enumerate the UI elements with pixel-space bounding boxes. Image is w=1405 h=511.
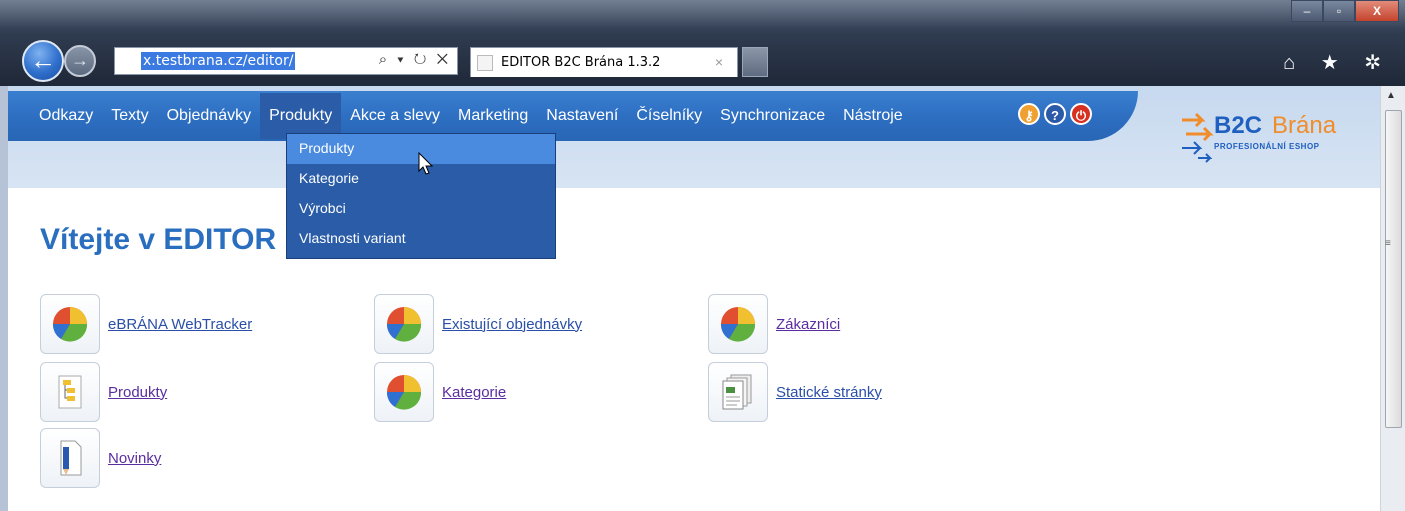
link-produkty[interactable]: Produkty (108, 384, 167, 401)
chrome-glass (0, 0, 1405, 28)
help-icon[interactable]: ? (1044, 103, 1066, 125)
shortcut-zakaznici: Zákazníci (708, 294, 840, 354)
address-bar[interactable]: x.testbrana.cz/editor/ ⌕ ▾ ↻ ✕ (114, 47, 458, 75)
nav-item-synchronizace[interactable]: Synchronizace (711, 93, 834, 139)
nav-icons: ⚷ ? ⏻ (1018, 103, 1092, 125)
address-tools[interactable]: ⌕ ▾ ↻ ✕ (379, 51, 451, 68)
maximize-button[interactable]: ▫ (1323, 0, 1355, 22)
pie-chart-icon[interactable] (40, 294, 100, 354)
browser-chrome: – ▫ X ← → x.testbrana.cz/editor/ ⌕ ▾ ↻ ✕… (0, 0, 1405, 86)
link-zakaznici[interactable]: Zákazníci (776, 316, 840, 333)
nav-item-odkazy[interactable]: Odkazy (30, 93, 102, 139)
main-navbar: Odkazy Texty Objednávky Produkty Akce a … (8, 91, 1138, 141)
link-kategorie[interactable]: Kategorie (442, 384, 506, 401)
tab-close-icon[interactable]: × (715, 54, 723, 70)
site-header: Odkazy Texty Objednávky Produkty Akce a … (8, 86, 1380, 188)
pie-chart-icon[interactable] (708, 294, 768, 354)
logo-arrows-icon (1182, 112, 1214, 163)
nav-item-objednavky[interactable]: Objednávky (158, 93, 261, 139)
new-tab-button[interactable] (742, 47, 768, 77)
welcome-heading: Vítejte v EDITOR (40, 223, 277, 256)
logo-brana-text: Brána (1272, 112, 1337, 139)
address-url[interactable]: x.testbrana.cz/editor/ (141, 52, 296, 70)
window-controls: – ▫ X (1291, 0, 1399, 24)
link-existujici-objednavky[interactable]: Existující objednávky (442, 316, 582, 333)
power-icon[interactable]: ⏻ (1070, 103, 1092, 125)
shortcut-existujici-objednavky: Existující objednávky (374, 294, 582, 354)
pie-chart-icon[interactable] (374, 362, 434, 422)
favicon-icon (477, 55, 493, 71)
toolbar-icons[interactable]: ⌂ ★ ✲ (1283, 50, 1391, 75)
pen-document-icon[interactable] (40, 428, 100, 488)
close-window-button[interactable]: X (1355, 0, 1399, 22)
scroll-up-icon[interactable]: ▲ (1386, 90, 1396, 101)
minimize-button[interactable]: – (1291, 0, 1323, 22)
nav-item-ciselniky[interactable]: Číselníky (627, 93, 711, 139)
shortcut-staticke-stranky: Statické stránky (708, 362, 882, 422)
pie-chart-icon[interactable] (374, 294, 434, 354)
scrollbar-thumb[interactable] (1385, 110, 1402, 428)
b2c-brana-logo[interactable]: B2C Brána PROFESIONÁLNÍ ESHOP (1180, 106, 1360, 166)
link-staticke-stranky[interactable]: Statické stránky (776, 384, 882, 401)
back-button[interactable]: ← (22, 40, 64, 82)
tab-title: EDITOR B2C Brána 1.3.2 (501, 55, 661, 70)
shortcut-produkty: Produkty (40, 362, 167, 422)
window-left-edge (0, 86, 8, 511)
forward-button[interactable]: → (64, 45, 96, 77)
link-ebrana-webtracker[interactable]: eBRÁNA WebTracker (108, 316, 252, 333)
menu-item-vyrobci[interactable]: Výrobci (287, 194, 555, 224)
link-novinky[interactable]: Novinky (108, 450, 161, 467)
shortcut-webtracker: eBRÁNA WebTracker (40, 294, 252, 354)
key-icon[interactable]: ⚷ (1018, 103, 1040, 125)
shortcut-novinky: Novinky (40, 428, 161, 488)
nav-item-texty[interactable]: Texty (102, 93, 157, 139)
logo-b2c-text: B2C (1214, 112, 1263, 139)
nav-item-nastroje[interactable]: Nástroje (834, 93, 912, 139)
vertical-scrollbar[interactable]: ▲ ≡ (1380, 86, 1405, 511)
mouse-cursor-icon (418, 152, 434, 175)
scroll-grip-icon: ≡ (1385, 238, 1391, 249)
shortcut-kategorie: Kategorie (374, 362, 506, 422)
page-viewport: Odkazy Texty Objednávky Produkty Akce a … (8, 86, 1380, 511)
pages-icon[interactable] (708, 362, 768, 422)
menu-item-vlastnosti-variant[interactable]: Vlastnosti variant (287, 224, 555, 254)
tab-active[interactable]: EDITOR B2C Brána 1.3.2 × (470, 47, 738, 77)
logo-tagline: PROFESIONÁLNÍ ESHOP (1214, 142, 1320, 151)
tree-document-icon[interactable] (40, 362, 100, 422)
